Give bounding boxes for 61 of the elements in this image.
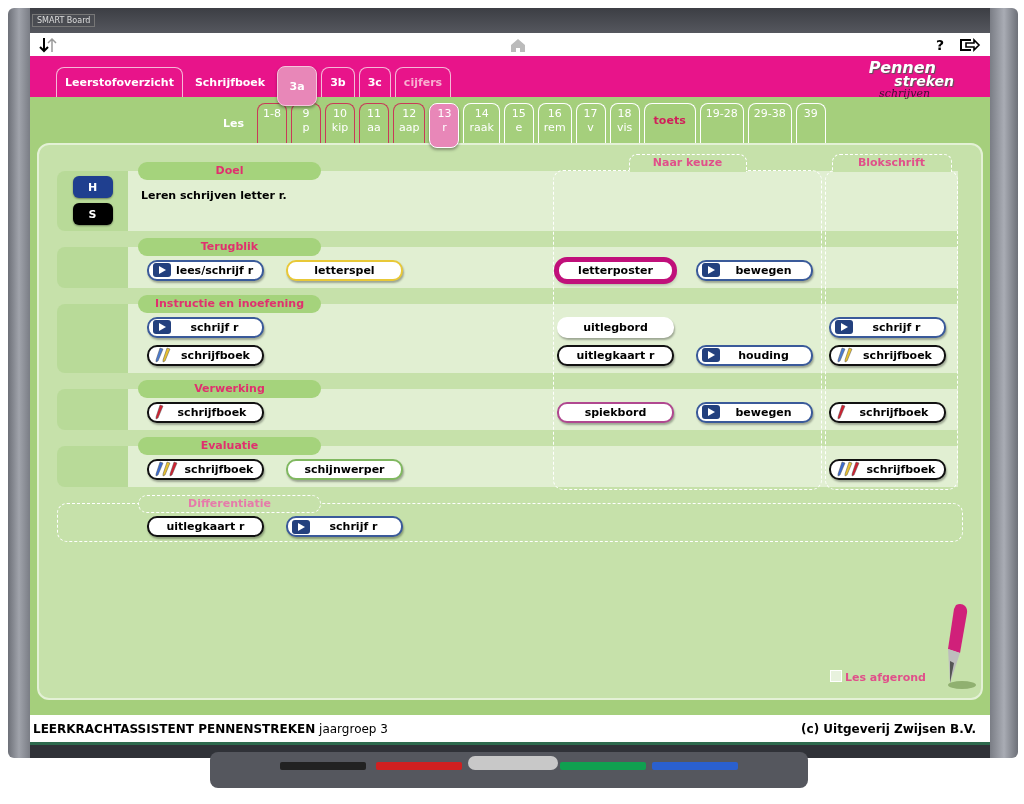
section-title: Differentiatie — [138, 495, 321, 513]
section-title: Doel — [138, 162, 321, 180]
activity-button[interactable]: schrijfboek — [829, 458, 946, 480]
toggle-button[interactable]: H — [72, 176, 113, 198]
tab[interactable]: Schrijfboek — [186, 67, 274, 97]
activity-button[interactable]: spiekbord — [557, 401, 674, 423]
column-header: Naar keuze — [628, 154, 747, 172]
activity-button[interactable]: uitlegbord — [557, 316, 674, 338]
logo-text: schrijven — [879, 88, 930, 99]
lesson-label: Les — [223, 117, 246, 130]
pen-icon — [153, 461, 180, 477]
play-icon — [292, 519, 310, 534]
activity-button[interactable]: schrijfboek — [147, 401, 264, 423]
row-header-background — [57, 389, 128, 430]
activity-button[interactable]: bewegen — [696, 259, 813, 281]
pen-icon — [835, 347, 855, 363]
section-title: Terugblik — [138, 238, 321, 256]
activity-button[interactable]: schrijfboek — [829, 344, 946, 366]
activity-button[interactable]: letterposter — [557, 259, 674, 281]
logo-text: streken — [894, 75, 954, 88]
checkbox[interactable] — [829, 670, 842, 682]
goal-text: Leren schrijven letter r. — [140, 188, 288, 204]
activity-button[interactable]: schrijf r — [829, 316, 946, 338]
row-header-background — [57, 247, 128, 288]
play-icon — [702, 348, 720, 362]
activity-button[interactable]: schrijfboek — [829, 401, 946, 423]
pen-icon — [835, 404, 848, 420]
activity-button[interactable]: uitlegkaart r — [147, 516, 264, 537]
footer-text: LEERKRACHTASSISTENT PENNENSTREKEN jaargroep 3 — [33, 721, 388, 736]
activity-button[interactable]: houding — [696, 344, 813, 366]
row-header-background — [57, 304, 128, 373]
play-icon — [702, 405, 720, 419]
section-title: Verwerking — [138, 380, 321, 398]
row-header-background — [57, 446, 128, 487]
activity-button[interactable]: schijnwerper — [286, 458, 403, 480]
column-header: Blokschrift — [831, 154, 952, 172]
section-title: Evaluatie — [138, 437, 321, 455]
activity-button[interactable]: schrijf r — [147, 316, 264, 338]
play-icon — [702, 263, 720, 277]
toggle-button[interactable]: S — [72, 203, 113, 225]
activity-button[interactable]: lees/schrijf r — [147, 259, 264, 281]
help-button[interactable]: ? — [935, 36, 944, 53]
brand-label: SMART Board — [32, 14, 96, 27]
play-icon — [153, 320, 171, 334]
activity-button[interactable]: uitlegkaart r — [557, 344, 674, 366]
play-icon — [835, 320, 853, 334]
activity-button[interactable]: bewegen — [696, 401, 813, 423]
play-icon — [153, 263, 171, 277]
logo-text: Pennen — [868, 60, 936, 75]
activity-button[interactable]: schrijfboek — [147, 344, 264, 366]
section-title: Instructie en inoefening — [138, 295, 321, 313]
pen-icon — [153, 347, 173, 363]
exit-icon[interactable] — [958, 35, 982, 54]
pen-icon — [153, 404, 166, 420]
copyright-text: (c) Uitgeverij Zwijsen B.V. — [801, 721, 976, 736]
checkbox-label: Les afgerond — [844, 671, 926, 684]
activity-button[interactable]: schrijf r — [286, 516, 403, 537]
activity-button[interactable]: letterspel — [286, 259, 403, 281]
activity-button[interactable]: schrijfboek — [147, 458, 264, 480]
pen-icon — [835, 461, 862, 477]
sort-icon[interactable] — [38, 35, 58, 54]
